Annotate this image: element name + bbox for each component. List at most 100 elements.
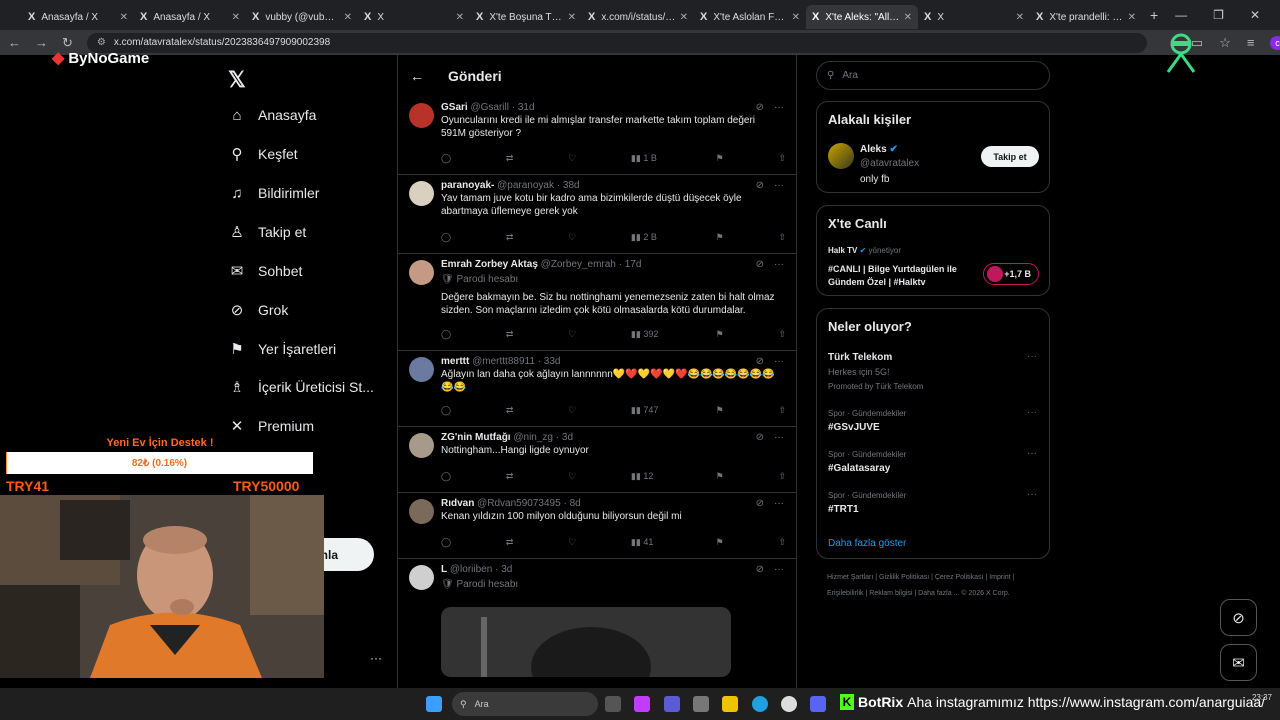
more-icon[interactable]: ··· (774, 498, 784, 509)
close-tab-icon[interactable]: ✕ (120, 12, 128, 23)
views-count[interactable]: ▮▮ 392 (631, 329, 661, 340)
tweet[interactable]: paranoyak- @paranoyak · 38d ⊘ ··· Yav tamam… (398, 175, 796, 254)
reply-icon[interactable]: ◯ (441, 471, 451, 482)
taskbar-search[interactable]: ⚲ Ara (452, 692, 598, 716)
profile-avatar[interactable]: c (1270, 35, 1280, 50)
nav-item[interactable]: ✉ Sohbet (228, 259, 303, 283)
tweet[interactable]: Rıdvan @Rdvan59073495 · 8d ⊘ ··· Kenan yıld… (398, 493, 796, 559)
close-tab-icon[interactable]: ✕ (680, 12, 688, 23)
copilot-icon[interactable] (634, 696, 650, 712)
edge-icon[interactable] (752, 696, 768, 712)
share-icon[interactable]: ⇧ (778, 537, 786, 548)
retweet-icon[interactable]: ⇄ (506, 153, 514, 164)
close-tab-icon[interactable]: ✕ (568, 12, 576, 23)
nav-item[interactable]: ⌂ Anasayfa (228, 103, 316, 127)
browser-tab[interactable]: Xx.com/i/status/20 ✕ (582, 5, 694, 29)
browser-tab[interactable]: X X'te prandelli: "sı ✕ (1030, 5, 1142, 29)
live-listeners[interactable]: +1,7 B (983, 263, 1039, 285)
grok-icon[interactable]: ⊘ (756, 498, 764, 509)
close-tab-icon[interactable]: ✕ (1016, 12, 1024, 23)
grok-icon[interactable]: ⊘ (756, 432, 764, 443)
nav-item[interactable]: ♗ İçerik Üreticisi St... (228, 375, 374, 399)
share-icon[interactable]: ⇧ (778, 232, 786, 243)
nav-item[interactable]: ⊘ Grok (228, 298, 289, 322)
messages-icon[interactable]: ✉ (1220, 644, 1257, 681)
close-tab-icon[interactable]: ✕ (456, 12, 464, 23)
like-icon[interactable]: ♡ (568, 232, 576, 243)
trend-name[interactable]: #GSvJUVE (828, 422, 880, 433)
browser-tab[interactable]: Xvubby (@vubbyc ✕ (246, 5, 358, 29)
avatar[interactable] (409, 103, 434, 128)
more-icon[interactable]: ··· (774, 564, 784, 575)
avatar[interactable] (828, 143, 854, 169)
browser-tab[interactable]: X X'te Boşuna Tıklar ✕ (470, 5, 582, 29)
search-input[interactable]: ⚲ Ara (816, 61, 1050, 90)
nav-item[interactable]: ⚲ Keşfet (228, 142, 298, 166)
store-icon[interactable] (693, 696, 709, 712)
browser-tab[interactable]: X Anasayfa / X ✕ (134, 5, 246, 29)
retweet-icon[interactable]: ⇄ (506, 537, 514, 548)
reply-icon[interactable]: ◯ (441, 537, 451, 548)
close-tab-icon[interactable]: ✕ (344, 12, 352, 23)
folder-icon[interactable] (722, 696, 738, 712)
more-icon[interactable]: ··· (370, 651, 382, 665)
bookmark-icon[interactable]: ⚑ (716, 232, 724, 243)
share-icon[interactable]: ⇧ (778, 471, 786, 482)
more-icon[interactable]: ··· (774, 356, 784, 367)
grok-icon[interactable]: ⊘ (756, 564, 764, 575)
close-tab-icon[interactable]: ✕ (1128, 12, 1136, 23)
live-headline[interactable]: #CANLI | Bilge Yurtdagülen ile Gündem Öz… (828, 263, 978, 289)
reply-icon[interactable]: ◯ (441, 405, 451, 416)
like-icon[interactable]: ♡ (568, 537, 576, 548)
related-name[interactable]: Aleks ✔ (860, 144, 898, 155)
follow-button[interactable]: Takip et (981, 146, 1039, 167)
browser-tab[interactable]: X Anasayfa / X ✕ (22, 5, 134, 29)
bookmark-icon[interactable]: ⚑ (716, 329, 724, 340)
back-icon[interactable]: ← (8, 35, 21, 50)
views-count[interactable]: ▮▮ 2 B (631, 232, 661, 243)
footer-links[interactable]: Hizmet Şartları | Gizlilik Politikası | … (827, 570, 1047, 602)
browser-tab[interactable]: X X'te Aslolan Fene ✕ (694, 5, 806, 29)
tweet[interactable]: merttt @merttt88911 · 33d ⊘ ··· Ağlayın lan… (398, 351, 796, 427)
nav-item[interactable]: ✕ Premium (228, 414, 314, 438)
more-icon[interactable]: ··· (774, 102, 784, 113)
views-count[interactable]: ▮▮ 747 (631, 405, 661, 416)
show-more-link[interactable]: Daha fazla göster (828, 538, 906, 549)
trend-name[interactable]: #Galatasaray (828, 463, 890, 474)
like-icon[interactable]: ♡ (568, 405, 576, 416)
more-icon[interactable]: ··· (1027, 489, 1037, 500)
retweet-icon[interactable]: ⇄ (506, 405, 514, 416)
new-tab-button[interactable]: + (1150, 7, 1158, 23)
browser-tab[interactable]: X X ✕ (358, 5, 470, 29)
nav-item[interactable]: ⚑ Yer İşaretleri (228, 337, 336, 361)
bookmark-icon[interactable]: ⚑ (716, 405, 724, 416)
star-icon[interactable]: ☆ (1219, 35, 1231, 51)
grok-icon[interactable]: ⊘ (756, 356, 764, 367)
close-window-icon[interactable]: ✕ (1250, 8, 1260, 22)
share-icon[interactable]: ⇧ (778, 153, 786, 164)
views-count[interactable]: ▮▮ 41 (631, 537, 661, 548)
site-info-icon[interactable]: ⚙ (97, 37, 106, 48)
task-view-icon[interactable] (605, 696, 621, 712)
avatar[interactable] (409, 565, 434, 590)
grok-icon[interactable]: ⊘ (1220, 599, 1257, 636)
url-field[interactable]: ⚙ x.com/atavratalex/status/2023836497909… (86, 32, 1147, 53)
more-icon[interactable]: ··· (1027, 351, 1037, 362)
more-icon[interactable]: ··· (774, 432, 784, 443)
avatar[interactable] (409, 181, 434, 206)
avatar[interactable] (409, 357, 434, 382)
x-logo-icon[interactable]: 𝕏 (228, 67, 246, 93)
browser-tab[interactable]: X X ✕ (918, 5, 1030, 29)
bookmark-icon[interactable]: ⚑ (716, 537, 724, 548)
bookmark-icon[interactable]: ⚑ (716, 471, 724, 482)
more-icon[interactable]: ··· (774, 180, 784, 191)
grok-icon[interactable]: ⊘ (756, 102, 764, 113)
maximize-icon[interactable]: ❐ (1213, 8, 1224, 22)
bookmark-icon[interactable]: ⚑ (716, 153, 724, 164)
discord-icon[interactable] (810, 696, 826, 712)
forward-icon[interactable]: → (35, 35, 48, 50)
grok-icon[interactable]: ⊘ (756, 180, 764, 191)
like-icon[interactable]: ♡ (568, 153, 576, 164)
retweet-icon[interactable]: ⇄ (506, 471, 514, 482)
avatar[interactable] (409, 260, 434, 285)
